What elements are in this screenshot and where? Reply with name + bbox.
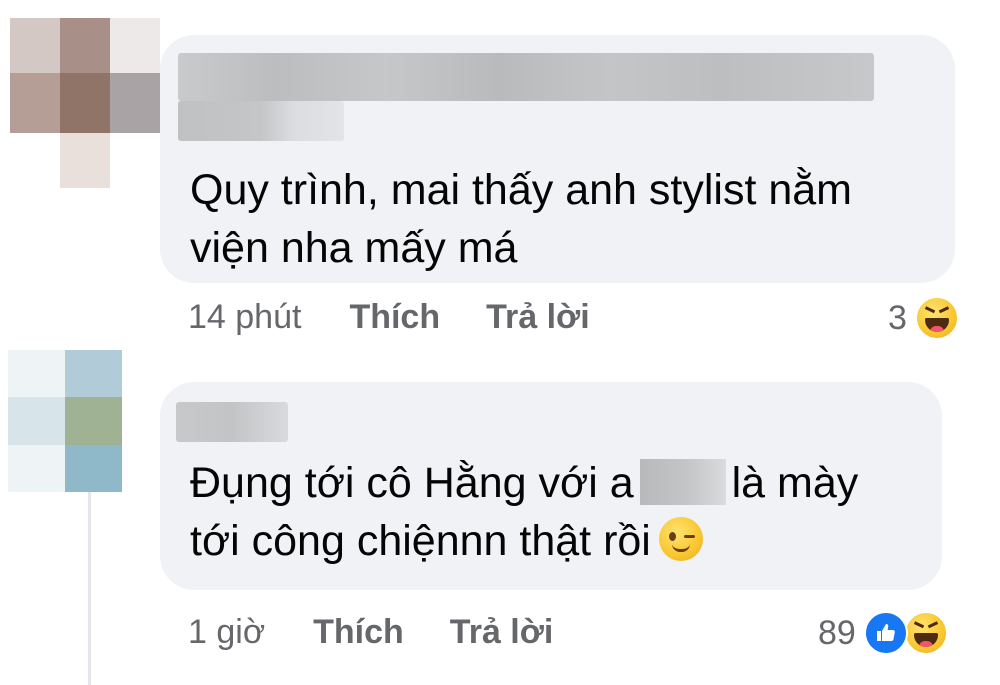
thread-connector-line	[88, 492, 91, 685]
comment-text-line: viện nha mấy má	[190, 224, 518, 272]
comment-bubble: Đụng tới cô Hằng với a là mày tới công chi…	[160, 382, 942, 590]
reaction-summary[interactable]: 89	[818, 611, 948, 655]
avatar[interactable]	[8, 350, 122, 492]
like-button[interactable]: Thích	[349, 298, 440, 337]
comment-text-line: Quy trình, mai thấy anh stylist nằm	[190, 166, 852, 214]
comment-text-part: Đụng tới cô Hằng với a	[190, 459, 634, 507]
comment-actions: 14 phút Thích Trả lời	[188, 298, 636, 337]
comment-text: Quy trình, mai thấy anh stylist nằm viện …	[190, 161, 852, 277]
comment-bubble: Quy trình, mai thấy anh stylist nằm viện …	[160, 35, 955, 283]
comment-text: Đụng tới cô Hằng với a là mày tới công chi…	[190, 454, 858, 570]
haha-icon	[903, 611, 948, 655]
comment-timestamp[interactable]: 1 giờ	[188, 613, 265, 652]
author-name-redacted[interactable]	[176, 402, 288, 442]
comment-timestamp[interactable]: 14 phút	[188, 298, 301, 337]
reaction-summary[interactable]: 3	[888, 296, 959, 340]
redacted-name	[639, 459, 726, 505]
reaction-count: 3	[888, 298, 907, 337]
avatar[interactable]	[10, 18, 160, 188]
haha-icon	[914, 296, 959, 340]
author-name-redacted[interactable]	[178, 101, 344, 141]
reply-button[interactable]: Trả lời	[450, 613, 554, 652]
reaction-count: 89	[818, 613, 856, 652]
comment-actions: 1 giờ Thích Trả lời	[188, 613, 599, 652]
author-name-redacted[interactable]	[178, 53, 874, 101]
comment-text-part: là mày	[731, 459, 859, 507]
like-icon	[863, 611, 908, 655]
like-button[interactable]: Thích	[313, 613, 404, 652]
comment-text-line: tới công chiệnnn thật rồi	[190, 517, 651, 565]
comment-thread: Quy trình, mai thấy anh stylist nằm viện …	[0, 0, 1000, 685]
reply-button[interactable]: Trả lời	[486, 298, 590, 337]
wink-emoji-icon	[658, 517, 703, 561]
